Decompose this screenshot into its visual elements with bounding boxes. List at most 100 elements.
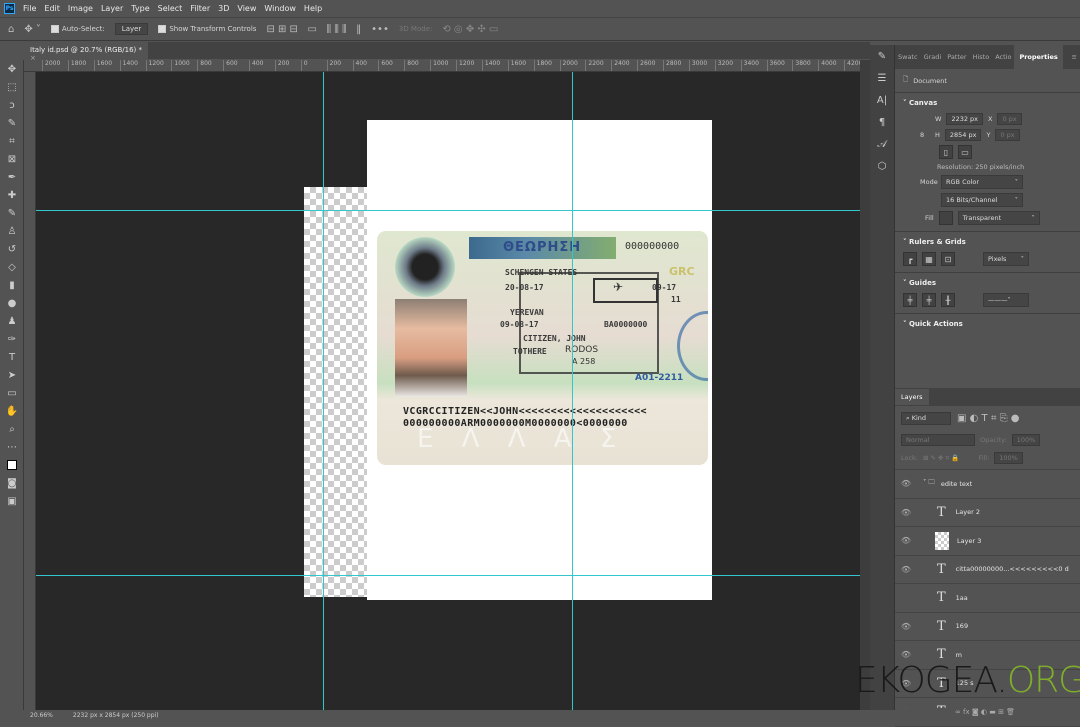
- link-icon[interactable]: 8: [920, 131, 930, 139]
- layer-row[interactable]: 👁 Tcitta00000000...<<<<<<<<<0 d: [895, 556, 1080, 584]
- menu-select[interactable]: Select: [158, 4, 183, 13]
- layer-row[interactable]: 👁 ˅ 🗀 edite text: [895, 470, 1080, 499]
- move-tool-icon[interactable]: ✥ ˅: [24, 24, 41, 35]
- paragraph-icon[interactable]: ¶: [870, 111, 894, 133]
- quick-actions-title[interactable]: ˅ Quick Actions: [895, 313, 1080, 332]
- layer-row[interactable]: 👁 Layer 3: [895, 527, 1080, 556]
- panel-menu-icon[interactable]: ≡: [1069, 53, 1080, 61]
- quick-select-icon[interactable]: ✎: [0, 114, 24, 132]
- menu-filter[interactable]: Filter: [190, 4, 210, 13]
- gradient-icon[interactable]: ▮: [0, 276, 24, 294]
- glyphs-icon[interactable]: 𝒜: [870, 133, 894, 155]
- layers-tab[interactable]: Layers: [895, 389, 929, 405]
- layer-footer-icons[interactable]: ∞ fx ◙ ◐ ▬ ⊞ 🗑: [895, 708, 1080, 720]
- layer-row[interactable]: T 1aa: [895, 584, 1080, 613]
- tab-actions[interactable]: Actio: [992, 53, 1014, 61]
- bits-dropdown[interactable]: 16 Bits/Channel ˅: [941, 193, 1023, 207]
- guides-section-title[interactable]: ˅ Guides: [895, 272, 1080, 291]
- quick-mask-icon[interactable]: ◙: [0, 474, 24, 492]
- landscape-icon[interactable]: ▭: [958, 145, 972, 159]
- opacity-field[interactable]: 100%: [1011, 434, 1041, 446]
- canvas-section-title[interactable]: ˅ Canvas: [895, 92, 1080, 111]
- crop-tool-icon[interactable]: ⌗: [0, 132, 24, 150]
- visibility-eye-icon[interactable]: 👁: [895, 650, 917, 659]
- more-icon[interactable]: •••: [371, 24, 389, 35]
- menu-help[interactable]: Help: [304, 4, 322, 13]
- smart-guides-icon[interactable]: ╫: [941, 293, 955, 307]
- history-brush-icon[interactable]: ↺: [0, 240, 24, 258]
- dodge-icon[interactable]: ♟: [0, 312, 24, 330]
- menu-view[interactable]: View: [237, 4, 256, 13]
- y-field[interactable]: 0 px: [995, 129, 1020, 141]
- menu-type[interactable]: Type: [131, 4, 149, 13]
- auto-select-target-dropdown[interactable]: Layer: [114, 23, 149, 35]
- menu-file[interactable]: File: [23, 4, 36, 13]
- width-field[interactable]: 2232 px: [946, 113, 984, 125]
- guide-horizontal[interactable]: [36, 575, 860, 576]
- document-tab[interactable]: Italy id.psd @ 20.7% (RGB/16) * ×: [24, 42, 148, 62]
- zoom-tool-icon[interactable]: ⌕: [0, 420, 24, 438]
- path-select-icon[interactable]: ➤: [0, 366, 24, 384]
- tab-history[interactable]: Histo: [970, 53, 993, 61]
- 3d-tools-icons[interactable]: ⟲ ◎ ✥ ✣ ▭: [442, 24, 498, 35]
- layer-row[interactable]: 👁 T 169: [895, 613, 1080, 641]
- brushes-icon[interactable]: ☰: [870, 67, 894, 89]
- x-field[interactable]: 0 px: [997, 113, 1022, 125]
- guide-style-dropdown[interactable]: ———˅: [983, 293, 1029, 307]
- fill-field[interactable]: 100%: [994, 452, 1023, 464]
- character-icon[interactable]: A|: [870, 89, 894, 111]
- type-tool-icon[interactable]: T: [0, 348, 24, 366]
- guide-vertical[interactable]: [323, 72, 324, 710]
- eraser-icon[interactable]: ◇: [0, 258, 24, 276]
- tab-swatches[interactable]: Swatc: [895, 53, 921, 61]
- brush-tool-icon[interactable]: ✎: [0, 204, 24, 222]
- visibility-eye-icon[interactable]: 👁: [895, 565, 917, 574]
- pixel-grid-icon[interactable]: ⊡: [941, 252, 955, 266]
- visibility-eye-icon[interactable]: 👁: [895, 479, 917, 488]
- height-field[interactable]: 2854 px: [944, 129, 982, 141]
- units-dropdown[interactable]: Pixels ˅: [983, 252, 1029, 266]
- guides-icon[interactable]: ╪: [903, 293, 917, 307]
- visibility-eye-icon[interactable]: 👁: [895, 536, 917, 545]
- fill-color-swatch[interactable]: [938, 211, 953, 225]
- hand-tool-icon[interactable]: ✋: [0, 402, 24, 420]
- blend-mode-dropdown[interactable]: Normal: [901, 434, 975, 446]
- align-icons[interactable]: ⊟ ⊞ ⊟ ▭ ⫼ ⫼ ⫼ ‖: [266, 24, 361, 35]
- filter-kind-dropdown[interactable]: ⌕ Kind: [901, 412, 951, 425]
- show-transform-checkbox[interactable]: Show Transform Controls: [158, 25, 256, 33]
- mode-dropdown[interactable]: RGB Color ˅: [941, 175, 1023, 189]
- stamp-tool-icon[interactable]: ♙: [0, 222, 24, 240]
- home-icon[interactable]: ⌂: [8, 24, 14, 35]
- pen-tool-icon[interactable]: ✑: [0, 330, 24, 348]
- tab-patterns[interactable]: Patter: [944, 53, 969, 61]
- menu-image[interactable]: Image: [68, 4, 93, 13]
- canvas-scrollbar[interactable]: [860, 60, 870, 710]
- visa-image[interactable]: ΘΕΩΡΗΣΗ 000000000 SCHENGEN STATES GRC 20…: [377, 231, 708, 465]
- fill-dropdown[interactable]: Transparent ˅: [957, 211, 1040, 225]
- eyedropper-icon[interactable]: ✒: [0, 168, 24, 186]
- menu-layer[interactable]: Layer: [101, 4, 123, 13]
- lock-icons[interactable]: ⊠ ✎ ✥ ⌗ 🔒: [923, 454, 959, 463]
- tab-gradients[interactable]: Gradi: [921, 53, 945, 61]
- blur-icon[interactable]: ●: [0, 294, 24, 312]
- auto-select-checkbox[interactable]: Auto-Select:: [50, 25, 105, 33]
- rulers-section-title[interactable]: ˅ Rulers & Grids: [895, 231, 1080, 250]
- brush-settings-icon[interactable]: ✎: [870, 45, 894, 67]
- menu-edit[interactable]: Edit: [44, 4, 60, 13]
- menu-window[interactable]: Window: [264, 4, 296, 13]
- lock-guides-icon[interactable]: ╪: [922, 293, 936, 307]
- move-tool-icon[interactable]: ✥: [0, 60, 24, 78]
- healing-brush-icon[interactable]: ✚: [0, 186, 24, 204]
- rectangle-tool-icon[interactable]: ▭: [0, 384, 24, 402]
- frame-tool-icon[interactable]: ⊠: [0, 150, 24, 168]
- portrait-icon[interactable]: ▯: [939, 145, 953, 159]
- lasso-tool-icon[interactable]: ↄ: [0, 96, 24, 114]
- visibility-eye-icon[interactable]: 👁: [895, 622, 917, 631]
- ruler-icon[interactable]: ┏: [903, 252, 917, 266]
- filter-icons[interactable]: ▣ ◐ T ⌗ ⎘ ●: [957, 413, 1020, 424]
- guide-horizontal[interactable]: [36, 210, 860, 211]
- tab-properties[interactable]: Properties: [1014, 45, 1063, 69]
- 3d-icon[interactable]: ⬡: [870, 155, 894, 177]
- screen-mode-icon[interactable]: ▣: [0, 492, 24, 510]
- guide-vertical[interactable]: [572, 72, 573, 710]
